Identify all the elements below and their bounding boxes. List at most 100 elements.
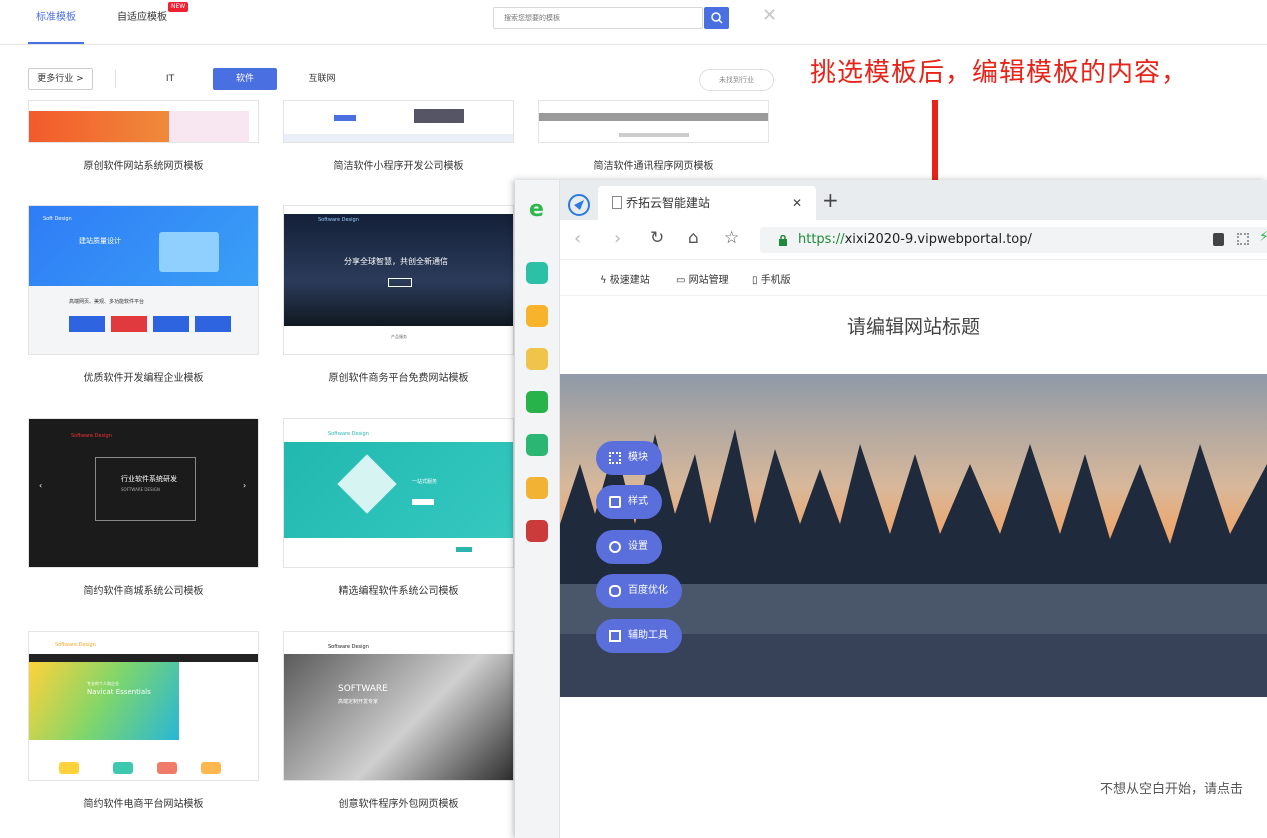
back-icon[interactable]: ‹ <box>574 228 581 249</box>
template-thumb[interactable]: Software Design SOFTWARE 高端定制开发专家 <box>283 631 514 781</box>
sidebar-cloud-icon[interactable] <box>526 434 548 456</box>
tab-title: 乔拓云智能建站 <box>626 196 711 210</box>
thumb-heading: Navicat Essentials <box>87 688 151 696</box>
search-button[interactable] <box>704 7 729 29</box>
page-icon <box>612 196 622 209</box>
thumb-heading: SOFTWARE <box>338 684 388 694</box>
sidebar-favorites-icon[interactable] <box>526 305 548 327</box>
thumb-sub: 专业的个人和企业 <box>87 681 119 686</box>
qr-icon[interactable] <box>1237 233 1249 245</box>
lock-icon <box>779 235 787 246</box>
address-bar-row: ‹ › ↻ ⌂ ☆ https://xixi2020-9.vipwebporta… <box>560 220 1267 260</box>
template-title[interactable]: 创意软件程序外包网页模板 <box>283 795 514 810</box>
forward-icon[interactable]: › <box>614 228 621 249</box>
template-thumb[interactable]: Software Design Navicat Essentials 专业的个人… <box>28 631 259 781</box>
thumb-brand: Software Design <box>71 433 112 439</box>
phone-icon: ▯ <box>752 275 761 286</box>
site-toolbar: ϟ 极速建站 ▭ 网站管理 ▯ 手机版 <box>560 260 1267 296</box>
gear-icon <box>609 541 621 553</box>
thumb-heading: 建站质量设计 <box>79 237 121 245</box>
toolbox-icon <box>609 630 621 642</box>
site-manage-button[interactable]: ▭ 网站管理 <box>676 271 729 286</box>
shirt-icon <box>609 496 621 508</box>
thumb-heading: 行业软件系统研发 <box>121 475 177 483</box>
browser-tab[interactable]: 乔拓云智能建站 <box>598 186 816 220</box>
screen: 标准模板 自适应模板 NEW 搜索您想要的模板 ✕ 更多行业 > IT 软件 互… <box>0 0 1267 838</box>
thumb-sub: 产品服务 <box>391 334 407 339</box>
filter-software[interactable]: 软件 <box>213 68 277 90</box>
tab-adaptive-templates[interactable]: 自适应模板 <box>117 0 167 44</box>
more-industries-button[interactable]: 更多行业 > <box>28 68 93 90</box>
filter-it[interactable]: IT <box>150 68 190 90</box>
filter-divider <box>115 70 116 88</box>
template-thumb[interactable]: Software Design 行业软件系统研发 SOFTWARE DESIGN… <box>28 418 259 568</box>
template-title[interactable]: 原创软件网站系统网页模板 <box>28 157 259 172</box>
template-search-input[interactable]: 搜索您想要的模板 <box>493 7 703 29</box>
thumb-sub: 高端定制开发专家 <box>338 699 379 705</box>
template-thumb[interactable]: Software Design 一站式服务 <box>283 418 514 568</box>
thumb-heading: 分享全球智慧，共创全新通信 <box>344 257 448 266</box>
home-icon[interactable]: ⌂ <box>688 228 699 248</box>
bookmark-star-icon[interactable]: ☆ <box>724 228 739 248</box>
url-scheme: https:// <box>798 232 845 247</box>
site-title[interactable]: 请编辑网站标题 <box>560 312 1267 339</box>
browser-logo-icon[interactable]: e <box>526 196 550 220</box>
styles-pill[interactable]: 样式 <box>596 485 662 519</box>
modules-pill[interactable]: 模块 <box>596 441 662 475</box>
sidebar-plus-icon[interactable] <box>526 262 548 284</box>
tab-standard-templates[interactable]: 标准模板 <box>28 0 84 44</box>
template-title[interactable]: 优质软件开发编程企业模板 <box>28 369 259 384</box>
thumb-brand: Software Design <box>328 644 369 650</box>
template-thumb[interactable] <box>283 100 514 143</box>
industry-not-found-button[interactable]: 未找到行业 <box>699 69 774 91</box>
sidebar-game-icon[interactable] <box>526 477 548 499</box>
sidebar-mail-icon[interactable] <box>526 391 548 413</box>
new-tab-icon[interactable]: + <box>822 190 839 210</box>
url-field[interactable]: https://xixi2020-9.vipwebportal.top/ <box>760 227 1267 253</box>
navigate-icon[interactable] <box>568 194 590 216</box>
template-thumb[interactable]: Software Design 分享全球智慧，共创全新通信 产品服务 <box>283 205 514 355</box>
template-title[interactable]: 原创软件商务平台免费网站模板 <box>283 369 514 384</box>
hero-banner[interactable]: 模块 样式 设置 百度优化 辅助工具 <box>560 374 1267 697</box>
thumb-brand: Software Design <box>318 217 359 223</box>
paw-icon <box>609 585 621 597</box>
template-thumb[interactable] <box>28 100 259 143</box>
template-title[interactable]: 简约软件商城系统公司模板 <box>28 582 259 597</box>
filter-internet[interactable]: 互联网 <box>300 68 344 90</box>
reload-icon[interactable]: ↻ <box>650 228 664 248</box>
grid-icon <box>609 452 621 464</box>
template-thumb[interactable] <box>538 100 769 143</box>
template-title[interactable]: 简洁软件小程序开发公司模板 <box>283 157 514 172</box>
sidebar-weibo-icon[interactable] <box>526 348 548 370</box>
svg-text:e: e <box>529 197 544 220</box>
url-host: xixi2020-9.vipwebportal.top/ <box>844 232 1032 247</box>
browser-window: e 乔拓云智能建站 ✕ + ‹ › ↻ ⌂ ☆ https://xixi2020… <box>515 180 1267 838</box>
template-title[interactable]: 简约软件电商平台网站模板 <box>28 795 259 810</box>
header-divider <box>0 44 1267 45</box>
quick-build-button[interactable]: ϟ 极速建站 <box>600 271 650 286</box>
thumb-sub: 高端网页、美观、多功能软件平台 <box>69 299 145 305</box>
thumb-brand: Software Design <box>55 642 96 648</box>
close-tab-icon[interactable]: ✕ <box>792 196 802 210</box>
browser-tab-bar: 乔拓云智能建站 ✕ + <box>560 180 1267 220</box>
close-icon[interactable]: ✕ <box>762 6 777 26</box>
template-title[interactable]: 简洁软件通讯程序网页模板 <box>538 157 769 172</box>
thumb-brand: Soft Design <box>43 216 72 222</box>
thumb-sub: SOFTWARE DESIGN <box>121 487 160 492</box>
template-thumb[interactable]: Soft Design 建站质量设计 高端网页、美观、多功能软件平台 <box>28 205 259 355</box>
template-title[interactable]: 精选编程软件系统公司模板 <box>283 582 514 597</box>
thumb-brand: Software Design <box>328 431 369 437</box>
sidebar-avatar-icon[interactable] <box>526 520 548 542</box>
settings-pill[interactable]: 设置 <box>596 530 662 564</box>
monitor-icon: ▭ <box>676 275 689 286</box>
annotation-text: 挑选模板后，编辑模板的内容， <box>810 58 1189 88</box>
mobile-button[interactable]: ▯ 手机版 <box>752 271 791 286</box>
bolt-icon: ϟ <box>600 275 610 286</box>
shield-icon[interactable] <box>1213 233 1224 246</box>
browser-sidebar: e <box>515 180 560 838</box>
lightning-icon[interactable]: ⚡ <box>1259 229 1267 245</box>
thumb-heading: 一站式服务 <box>412 479 438 485</box>
blank-start-tip: 不想从空白开始，请点击 <box>1100 782 1244 797</box>
new-badge: NEW <box>168 2 189 12</box>
search-icon <box>711 12 723 24</box>
